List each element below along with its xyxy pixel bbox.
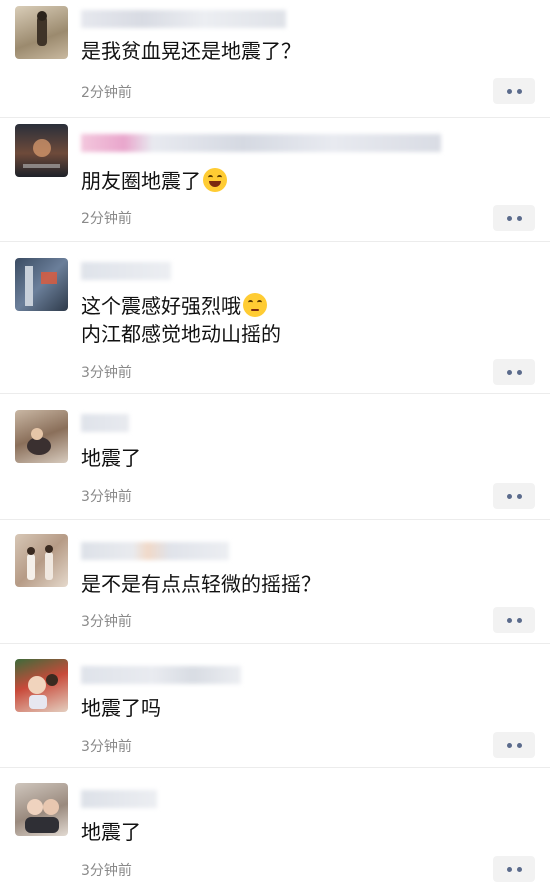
comment-time: 3分钟前 xyxy=(81,614,132,630)
avatar[interactable] xyxy=(15,659,68,712)
comment-text: 是我贫血晃还是地震了？ xyxy=(81,39,301,63)
comment-text: 地震了 xyxy=(81,820,141,844)
avatar[interactable] xyxy=(15,783,68,836)
more-button[interactable] xyxy=(493,732,535,758)
comment-item: 地震了吗 3分钟前 xyxy=(0,644,550,768)
more-dots-icon xyxy=(506,88,512,94)
more-button[interactable] xyxy=(493,856,535,882)
more-dots-icon xyxy=(506,493,512,499)
username-blurred[interactable] xyxy=(81,664,241,686)
comment-item: 朋友圈地震了 2分钟前 xyxy=(0,118,550,242)
comment-text: 地震了 xyxy=(81,446,141,470)
more-dots-icon xyxy=(516,866,522,872)
avatar[interactable] xyxy=(15,258,68,311)
username-blurred[interactable] xyxy=(81,540,229,562)
comment-time: 3分钟前 xyxy=(81,489,132,505)
comment-item: 这个震感好强烈哦 内江都感觉地动山摇的 3分钟前 xyxy=(0,242,550,394)
eye-roll-emoji xyxy=(243,293,267,317)
comment-text: 朋友圈地震了 xyxy=(81,167,227,195)
comment-time: 2分钟前 xyxy=(81,211,132,227)
comment-item: 地震了 3分钟前 xyxy=(0,768,550,884)
comment-text: 地震了吗 xyxy=(81,696,161,720)
avatar[interactable] xyxy=(15,6,68,59)
comment-time: 3分钟前 xyxy=(81,739,132,755)
more-button[interactable] xyxy=(493,359,535,385)
more-dots-icon xyxy=(506,215,512,221)
more-dots-icon xyxy=(516,88,522,94)
more-dots-icon xyxy=(516,215,522,221)
username-blurred[interactable] xyxy=(81,788,157,810)
comment-time: 3分钟前 xyxy=(81,365,132,381)
username-blurred[interactable] xyxy=(81,132,441,154)
comment-item: 地震了 3分钟前 xyxy=(0,394,550,520)
more-button[interactable] xyxy=(493,205,535,231)
comment-text: 是不是有点点轻微的摇摇？ xyxy=(81,572,321,596)
more-button[interactable] xyxy=(493,607,535,633)
avatar[interactable] xyxy=(15,124,68,177)
username-blurred[interactable] xyxy=(81,8,286,30)
comment-time: 3分钟前 xyxy=(81,863,132,879)
comment-time: 2分钟前 xyxy=(81,85,132,101)
username-blurred[interactable] xyxy=(81,412,129,434)
more-dots-icon xyxy=(516,493,522,499)
avatar[interactable] xyxy=(15,534,68,587)
avatar[interactable] xyxy=(15,410,68,463)
more-dots-icon xyxy=(506,369,512,375)
username-blurred[interactable] xyxy=(81,260,171,282)
more-dots-icon xyxy=(506,742,512,748)
comment-item: 是我贫血晃还是地震了？ 2分钟前 xyxy=(0,0,550,118)
laughing-tears-emoji xyxy=(203,168,227,192)
more-dots-icon xyxy=(506,617,512,623)
more-button[interactable] xyxy=(493,78,535,104)
comment-text: 这个震感好强烈哦 内江都感觉地动山摇的 xyxy=(81,293,281,346)
more-dots-icon xyxy=(506,866,512,872)
more-button[interactable] xyxy=(493,483,535,509)
more-dots-icon xyxy=(516,742,522,748)
comment-item: 是不是有点点轻微的摇摇？ 3分钟前 xyxy=(0,520,550,644)
more-dots-icon xyxy=(516,369,522,375)
more-dots-icon xyxy=(516,617,522,623)
